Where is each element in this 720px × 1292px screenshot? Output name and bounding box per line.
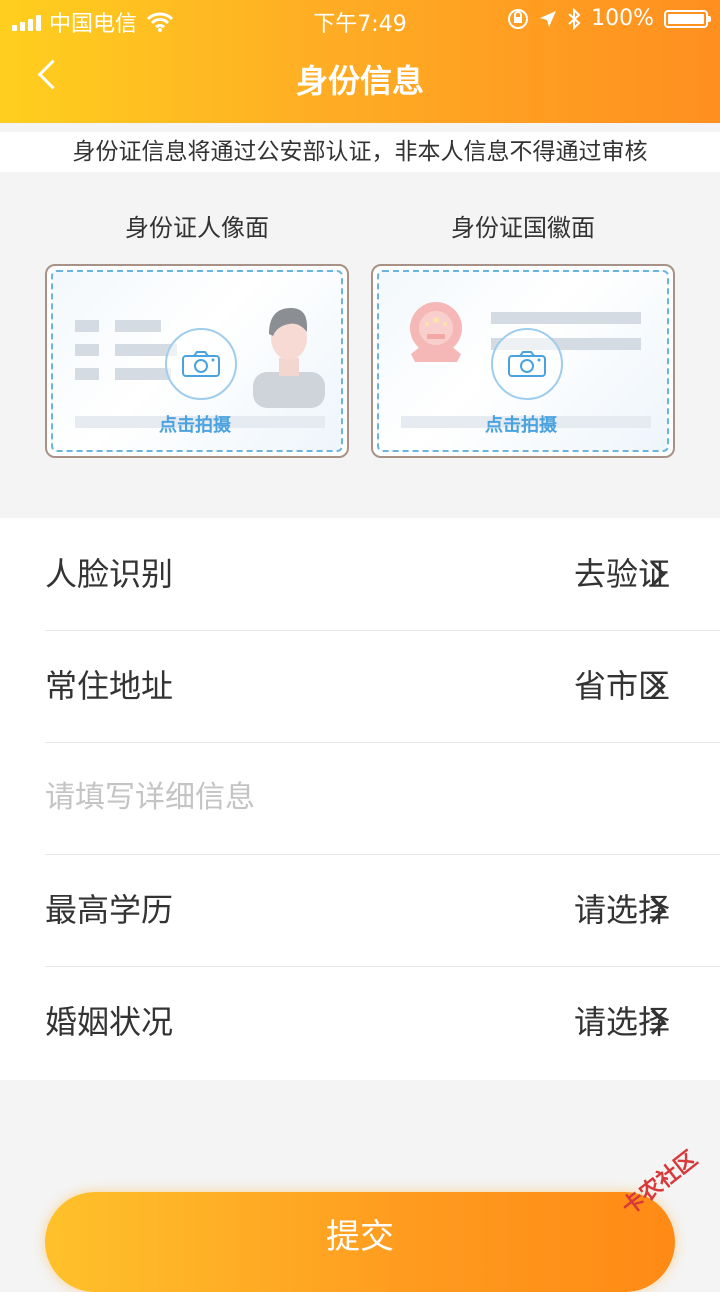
id-front-label: 身份证人像面 xyxy=(125,214,269,242)
portrait-silhouette-icon xyxy=(253,308,325,408)
marital-status-label: 婚姻状况 xyxy=(45,1003,174,1041)
page-title: 身份信息 xyxy=(295,62,424,100)
face-recognition-row[interactable]: 人脸识别 去验证 xyxy=(45,518,720,631)
bluetooth-icon xyxy=(568,7,581,30)
address-row[interactable]: 常住地址 省市区 xyxy=(45,630,720,743)
id-back-label: 身份证国徽面 xyxy=(451,214,595,242)
submit-button[interactable]: 提交 xyxy=(45,1192,675,1292)
address-label: 常住地址 xyxy=(45,667,174,705)
address-detail-input[interactable]: 请填写详细信息 xyxy=(45,742,720,855)
id-back-upload-card[interactable]: 点击拍摄 xyxy=(371,264,675,458)
id-front-upload-card[interactable]: 点击拍摄 xyxy=(45,264,349,458)
camera-button-front[interactable] xyxy=(165,328,237,400)
card-text-placeholder xyxy=(491,312,641,324)
face-recognition-label: 人脸识别 xyxy=(45,555,174,593)
id-back-column: 身份证国徽面 点击拍摄 xyxy=(371,210,675,458)
id-card-upload-section: 身份证人像面 点击拍摄 身份证国徽面 点击拍摄 xyxy=(0,172,720,518)
status-bar: 中国电信 下午7:49 100% xyxy=(0,0,720,40)
tap-to-capture-back: 点击拍摄 xyxy=(485,415,557,436)
verification-notice: 身份证信息将通过公安部认证，非本人信息不得通过审核 xyxy=(0,132,720,172)
education-label: 最高学历 xyxy=(45,891,174,929)
national-emblem-icon xyxy=(410,302,462,362)
card-text-placeholder xyxy=(75,344,99,356)
card-text-placeholder xyxy=(115,320,161,332)
camera-button-back[interactable] xyxy=(491,328,563,400)
id-front-column: 身份证人像面 点击拍摄 xyxy=(45,210,349,458)
battery-percent: 100% xyxy=(591,6,654,31)
address-detail-placeholder: 请填写详细信息 xyxy=(45,780,255,815)
camera-icon xyxy=(508,351,546,377)
orientation-lock-icon xyxy=(508,8,529,29)
camera-icon xyxy=(182,351,220,377)
header: 中国电信 下午7:49 100% 身份信息 xyxy=(0,0,720,123)
card-text-placeholder xyxy=(75,320,99,332)
battery-icon xyxy=(664,9,711,28)
location-icon xyxy=(540,10,557,27)
marital-status-row[interactable]: 婚姻状况 请选择 xyxy=(45,966,720,1078)
info-form: 人脸识别 去验证 常住地址 省市区 请填写详细信息 最高学历 请选择 婚姻状况 … xyxy=(0,518,720,1080)
education-row[interactable]: 最高学历 请选择 xyxy=(45,854,720,967)
card-text-placeholder xyxy=(75,368,99,380)
card-text-placeholder xyxy=(115,368,171,380)
tap-to-capture-front: 点击拍摄 xyxy=(159,415,231,436)
battery-fill xyxy=(668,13,704,24)
